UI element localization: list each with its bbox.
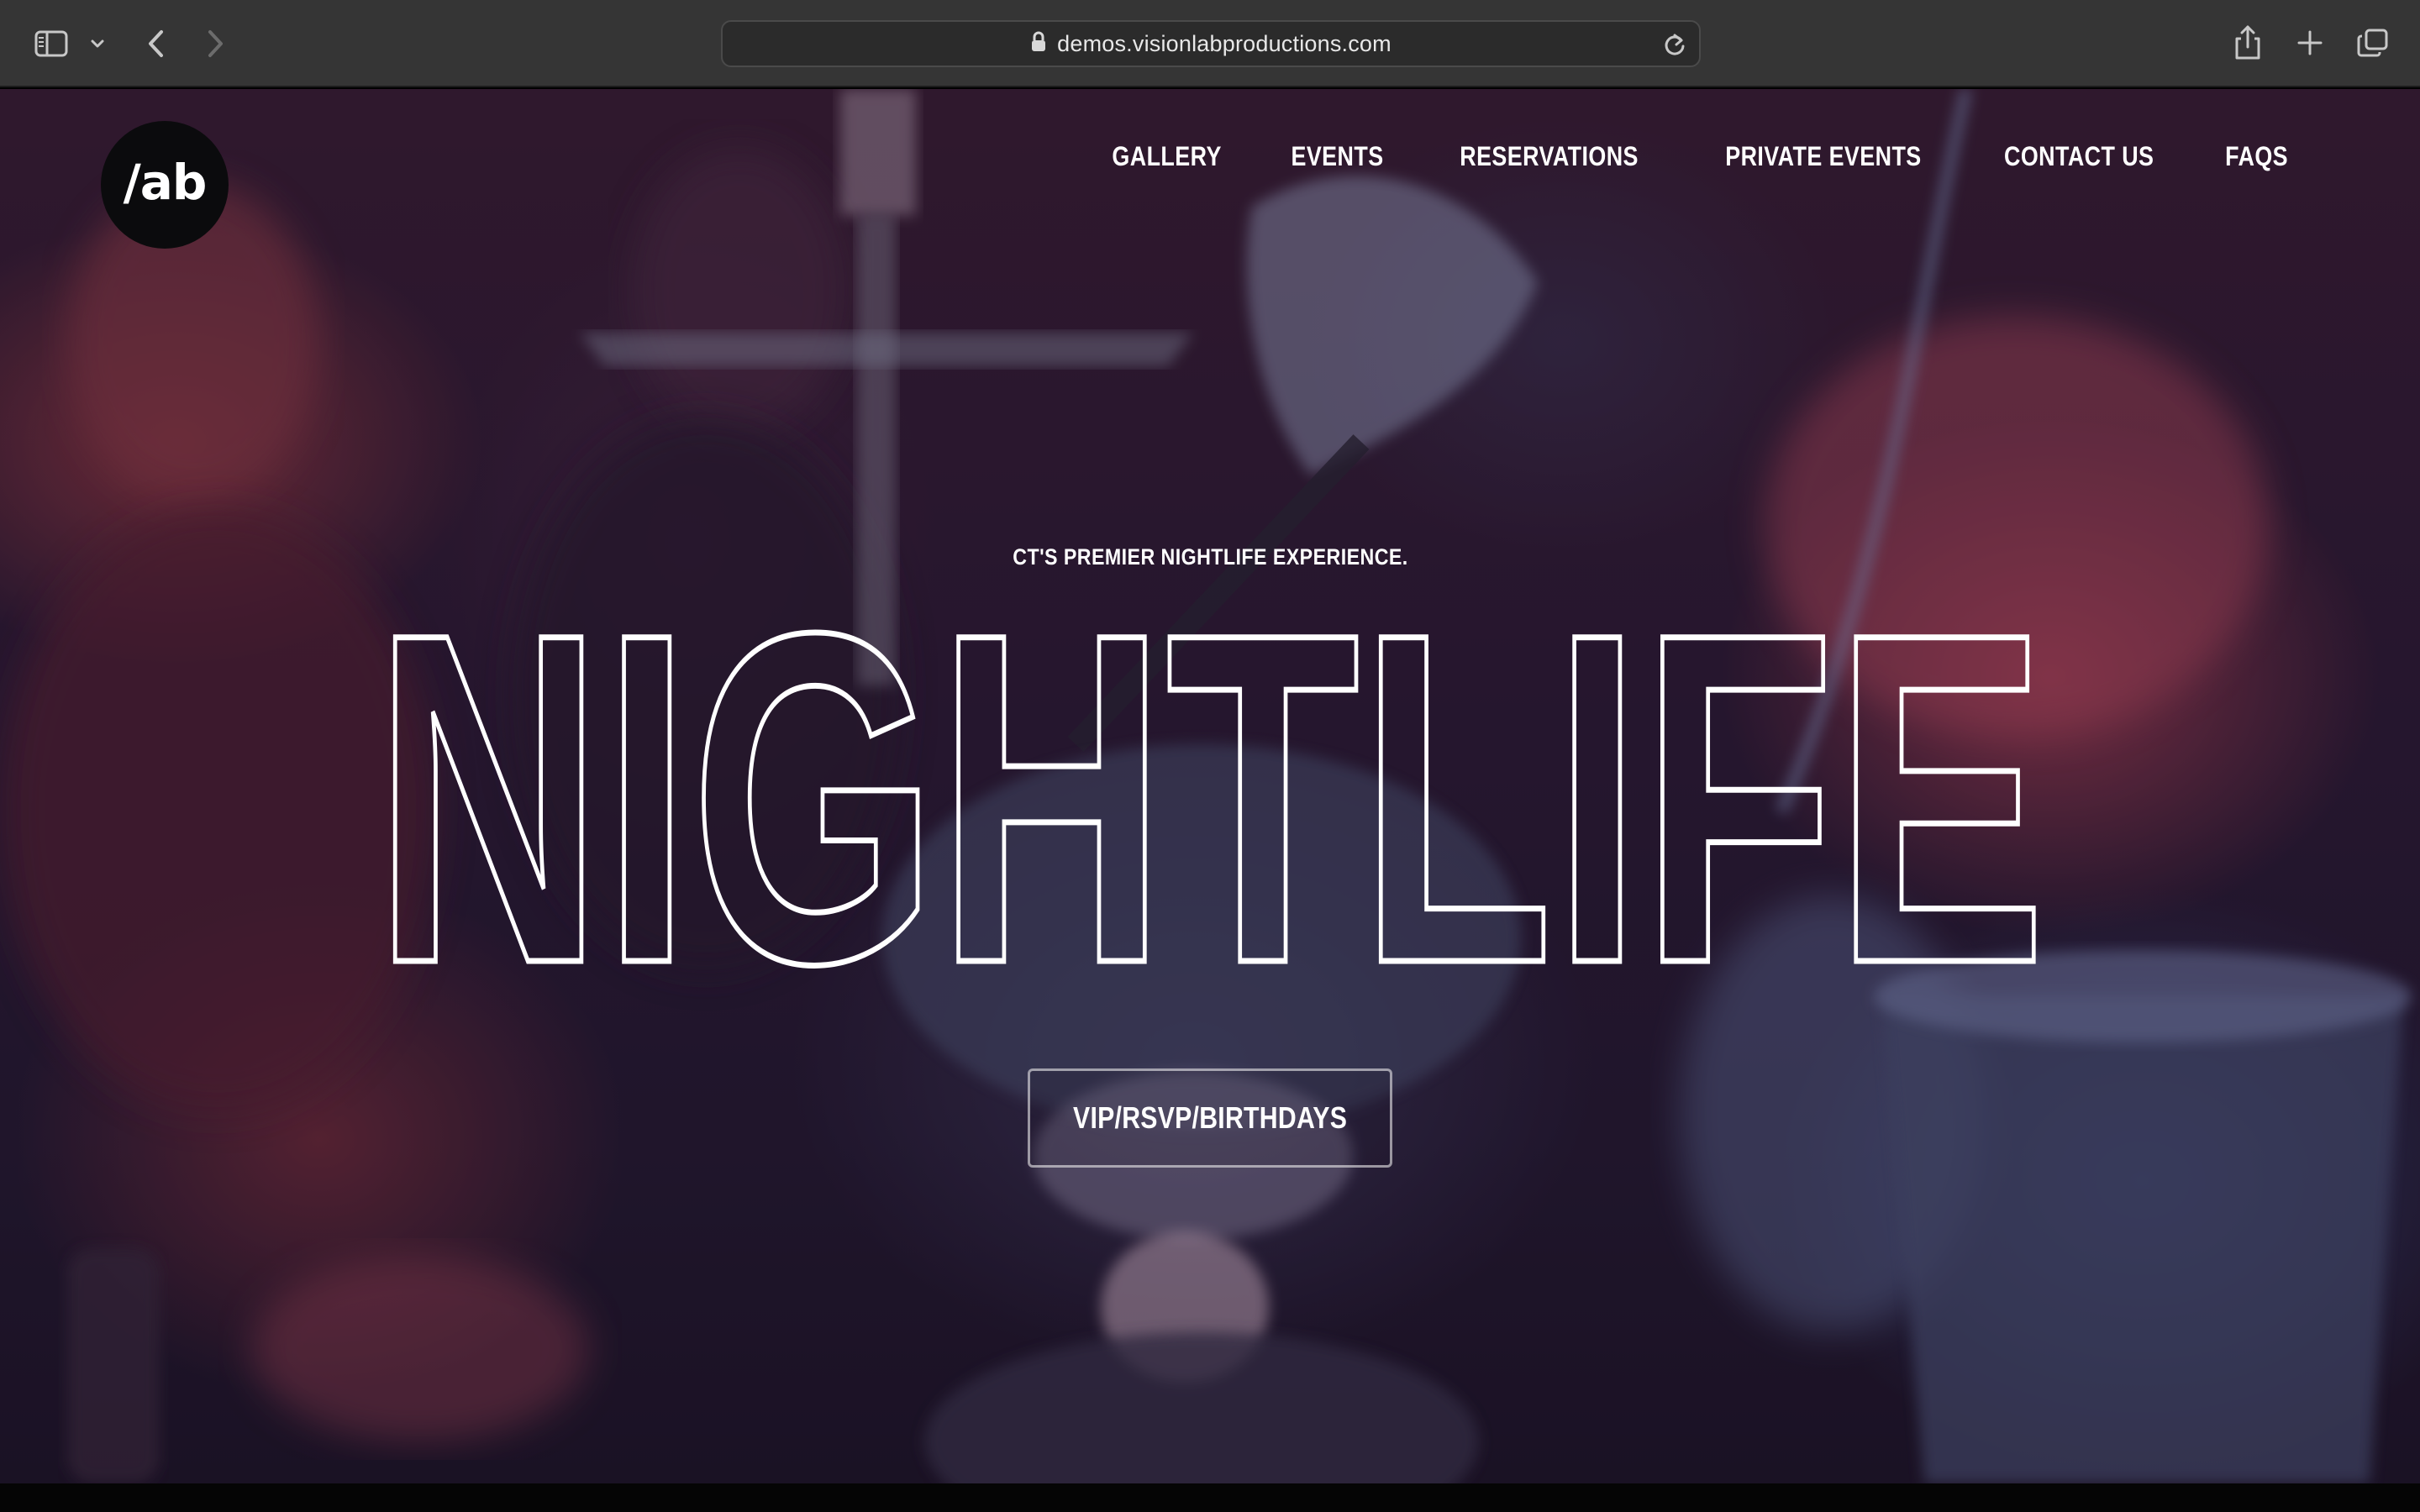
- back-arrow-icon[interactable]: [139, 25, 173, 62]
- vip-rsvp-birthdays-button[interactable]: VIP/RSVP/BIRTHDAYS: [1028, 1068, 1392, 1168]
- lock-icon: [1030, 31, 1047, 57]
- main-nav: GALLERY EVENTS RESERVATIONS PRIVATE EVEN…: [1102, 141, 2294, 172]
- forward-arrow-icon[interactable]: [198, 25, 232, 62]
- hero-tagline-text: CT'S PREMIER NIGHTLIFE EXPERIENCE.: [1012, 544, 1408, 570]
- logo-text: /ab: [123, 154, 208, 211]
- cta-label: VIP/RSVP/BIRTHDAYS: [1072, 1100, 1348, 1135]
- nav-faqs[interactable]: FAQS: [2225, 141, 2288, 172]
- chevron-down-icon[interactable]: [87, 30, 108, 57]
- nav-reservations[interactable]: RESERVATIONS: [1460, 141, 1639, 172]
- hero-headline: NIGHTLIFE: [371, 608, 2049, 995]
- sidebar-icon[interactable]: [30, 25, 72, 62]
- hero-headline-text: NIGHTLIFE: [374, 608, 2046, 995]
- hero-tagline: CT'S PREMIER NIGHTLIFE EXPERIENCE.: [0, 544, 2420, 570]
- nav-events[interactable]: EVENTS: [1292, 141, 1384, 172]
- share-icon[interactable]: [2227, 20, 2269, 66]
- reload-icon[interactable]: [1659, 29, 1691, 60]
- tabs-icon[interactable]: [2351, 22, 2395, 64]
- nav-contact-us[interactable]: CONTACT US: [2004, 141, 2154, 172]
- nav-gallery[interactable]: GALLERY: [1113, 141, 1222, 172]
- plus-icon[interactable]: [2289, 22, 2331, 64]
- address-bar[interactable]: demos.visionlabproductions.com: [721, 20, 1701, 67]
- site-logo[interactable]: /ab: [101, 121, 229, 249]
- hero-section: /ab GALLERY EVENTS RESERVATIONS PRIVATE …: [0, 89, 2420, 1483]
- nav-private-events[interactable]: PRIVATE EVENTS: [1725, 141, 1921, 172]
- browser-toolbar: demos.visionlabproductions.com: [0, 0, 2420, 87]
- page-bottom-edge: [0, 1483, 2420, 1512]
- url-text: demos.visionlabproductions.com: [1057, 30, 1392, 56]
